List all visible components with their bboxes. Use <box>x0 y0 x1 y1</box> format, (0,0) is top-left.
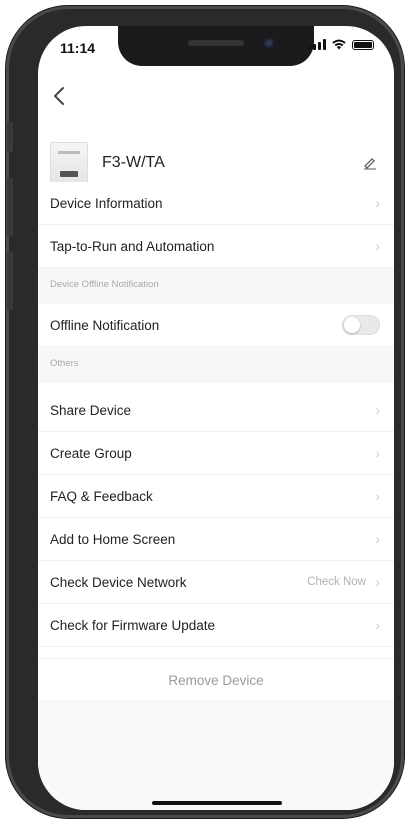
chevron-right-icon: › <box>375 402 380 418</box>
check-network-label: Check Device Network <box>50 574 187 590</box>
share-device-label: Share Device <box>50 402 132 418</box>
chevron-right-icon: › <box>375 574 380 590</box>
chevron-right-icon: › <box>375 488 380 504</box>
toggle-knob <box>344 317 360 333</box>
faq-feedback-row[interactable]: FAQ & Feedback › <box>38 475 394 518</box>
tap-to-run-row[interactable]: Tap-to-Run and Automation › <box>38 225 394 268</box>
chevron-right-icon: › <box>375 531 380 547</box>
notch <box>118 26 314 66</box>
status-icons <box>308 39 374 50</box>
back-chevron-icon[interactable] <box>50 84 70 108</box>
screen: 11:14 F3-W/TA Device Information › Tap-t… <box>38 26 394 810</box>
faq-feedback-label: FAQ & Feedback <box>50 488 153 504</box>
chevron-right-icon: › <box>375 617 380 633</box>
bottom-area <box>38 700 394 810</box>
remove-device-button[interactable]: Remove Device <box>38 658 394 702</box>
chevron-right-icon: › <box>375 238 380 254</box>
check-now-value: Check Now <box>307 576 366 588</box>
chevron-right-icon: › <box>375 445 380 461</box>
phone-frame: 11:14 F3-W/TA Device Information › Tap-t… <box>6 6 404 818</box>
status-time: 11:14 <box>60 40 96 56</box>
firmware-update-row[interactable]: Check for Firmware Update › <box>38 604 394 647</box>
volume-up-button <box>7 178 13 236</box>
battery-icon <box>352 39 374 50</box>
home-indicator[interactable] <box>152 801 282 805</box>
offline-notification-label: Offline Notification <box>50 317 160 333</box>
volume-down-button <box>7 252 13 310</box>
section-offline-header: Device Offline Notification <box>38 268 394 304</box>
speaker <box>188 40 244 46</box>
front-camera <box>264 38 274 48</box>
create-group-row[interactable]: Create Group › <box>38 432 394 475</box>
wifi-icon <box>332 39 346 50</box>
chevron-right-icon: › <box>375 195 380 211</box>
signal-icon <box>308 39 326 50</box>
device-thumbnail <box>50 142 88 184</box>
share-device-row[interactable]: Share Device › <box>38 389 394 432</box>
section-others-header: Others <box>38 347 394 383</box>
tap-to-run-label: Tap-to-Run and Automation <box>50 238 215 254</box>
edit-pencil-icon[interactable] <box>362 154 378 170</box>
offline-notification-row: Offline Notification <box>38 304 394 347</box>
device-information-label: Device Information <box>50 195 163 211</box>
device-information-row[interactable]: Device Information › <box>38 182 394 225</box>
offline-notification-toggle[interactable] <box>342 315 380 335</box>
mute-switch <box>7 122 13 152</box>
add-home-screen-label: Add to Home Screen <box>50 531 176 547</box>
firmware-update-label: Check for Firmware Update <box>50 617 216 633</box>
device-name: F3-W/TA <box>102 154 165 171</box>
create-group-label: Create Group <box>50 445 132 461</box>
add-home-screen-row[interactable]: Add to Home Screen › <box>38 518 394 561</box>
check-network-row[interactable]: Check Device Network Check Now › <box>38 561 394 604</box>
